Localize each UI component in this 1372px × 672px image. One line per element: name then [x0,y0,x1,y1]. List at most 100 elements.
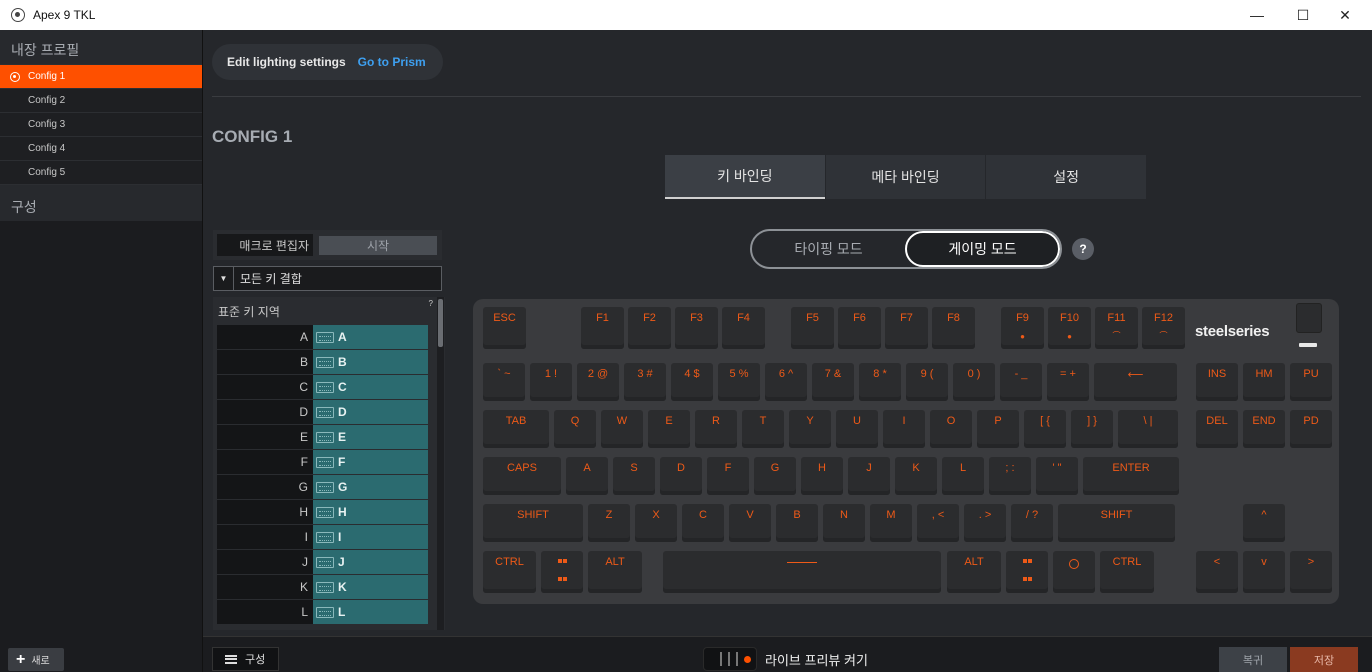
key-d[interactable]: D [660,457,702,495]
key-q[interactable]: Q [554,410,596,448]
key-f3[interactable]: F3 [675,307,718,349]
key-f10[interactable]: F10 ● [1048,307,1091,349]
key-[interactable]: ⟵ [1094,363,1177,401]
key-e[interactable]: E [648,410,690,448]
key-1[interactable]: 1 ! [530,363,572,401]
key-3[interactable]: 3 # [624,363,666,401]
key-hm[interactable]: HM [1243,363,1285,401]
key-list-row[interactable]: GG [217,475,445,500]
key-p[interactable]: P [977,410,1019,448]
key-alt[interactable]: ALT [588,551,642,593]
scrollbar[interactable] [437,297,444,630]
key-[interactable]: > [1290,551,1332,593]
go-to-prism-link[interactable]: Go to Prism [358,55,426,69]
key-list-row[interactable]: JJ [217,550,445,575]
key-f9[interactable]: F9 ● [1001,307,1044,349]
key-caps[interactable]: CAPS [483,457,561,495]
key-6[interactable]: 6 ^ [765,363,807,401]
key-ins[interactable]: INS [1196,363,1238,401]
key-shift[interactable]: SHIFT [483,504,583,542]
key-binding[interactable]: D [313,400,428,424]
key-binding[interactable]: G [313,475,428,499]
config-item-3[interactable]: Config 3 [0,112,202,136]
key-j[interactable]: J [848,457,890,495]
key-enter[interactable]: ENTER [1083,457,1179,495]
key-v[interactable]: v [1243,551,1285,593]
key-u[interactable]: U [836,410,878,448]
key-[interactable]: \ | [1118,410,1178,448]
new-config-button[interactable]: + 새로 [8,648,64,671]
key-binding[interactable]: J [313,550,428,574]
key-k[interactable]: K [895,457,937,495]
key-windows[interactable] [541,551,583,593]
key-shift[interactable]: SHIFT [1058,504,1175,542]
key-t[interactable]: T [742,410,784,448]
maximize-icon[interactable]: ☐ [1280,0,1326,30]
key-pu[interactable]: PU [1290,363,1332,401]
config-item-2[interactable]: Config 2 [0,88,202,112]
key-list-row[interactable]: KK [217,575,445,600]
key-list-row[interactable]: CC [217,375,445,400]
key-h[interactable]: H [801,457,843,495]
macro-start-button[interactable]: 시작 [319,235,437,255]
key-c[interactable]: C [682,504,724,542]
key-7[interactable]: 7 & [812,363,854,401]
key-list-row[interactable]: LL [217,600,445,625]
key-[interactable]: ' " [1036,457,1078,495]
key-8[interactable]: 8 * [859,363,901,401]
key-ctrl[interactable]: CTRL [1100,551,1154,593]
key-binding[interactable]: E [313,425,428,449]
key-f6[interactable]: F6 [838,307,881,349]
key-f[interactable]: F [707,457,749,495]
key-[interactable]: < [1196,551,1238,593]
config-menu-button[interactable]: 구성 [212,647,279,671]
key-v[interactable]: V [729,504,771,542]
key-[interactable]: . > [964,504,1006,542]
key-4[interactable]: 4 $ [671,363,713,401]
typing-mode-button[interactable]: 타이핑 모드 [752,231,905,267]
close-icon[interactable]: ✕ [1322,0,1368,30]
tab-meta-binding[interactable]: 메타 바인딩 [825,155,986,199]
key-steelseries[interactable] [1053,551,1095,593]
key-x[interactable]: X [635,504,677,542]
key-del[interactable]: DEL [1196,410,1238,448]
key-alt[interactable]: ALT [947,551,1001,593]
key-5[interactable]: 5 % [718,363,760,401]
key-f4[interactable]: F4 [722,307,765,349]
key-[interactable]: - _ [1000,363,1042,401]
key-binding[interactable]: L [313,600,428,624]
key-[interactable]: = + [1047,363,1089,401]
scrollbar-thumb[interactable] [438,299,443,347]
key-[interactable]: ` ~ [483,363,525,401]
save-button[interactable]: 저장 [1290,647,1358,672]
key-2[interactable]: 2 @ [577,363,619,401]
key-list-row[interactable]: HH [217,500,445,525]
key-list-row[interactable]: II [217,525,445,550]
key-f1[interactable]: F1 [581,307,624,349]
key-[interactable]: ; : [989,457,1031,495]
key-binding[interactable]: H [313,500,428,524]
key-n[interactable]: N [823,504,865,542]
key-9[interactable]: 9 ( [906,363,948,401]
key-list-help-icon[interactable]: ? [429,299,433,308]
key-list-row[interactable]: DD [217,400,445,425]
key-f7[interactable]: F7 [885,307,928,349]
key-pd[interactable]: PD [1290,410,1332,448]
key-combo-dropdown[interactable]: ▼ 모든 키 결합 [213,266,442,291]
key-s[interactable]: S [613,457,655,495]
key-ctrl[interactable]: CTRL [483,551,536,593]
key-m[interactable]: M [870,504,912,542]
key-f8[interactable]: F8 [932,307,975,349]
key-binding[interactable]: B [313,350,428,374]
key-f11[interactable]: F11 ⌒ [1095,307,1138,349]
key-list-row[interactable]: AA [217,325,445,350]
key-b[interactable]: B [776,504,818,542]
key-o[interactable]: O [930,410,972,448]
key-[interactable]: ] } [1071,410,1113,448]
key-binding[interactable]: F [313,450,428,474]
key-g[interactable]: G [754,457,796,495]
config-item-5[interactable]: Config 5 [0,160,202,184]
config-item-1[interactable]: Config 1 [0,64,202,88]
key-[interactable]: ^ [1243,504,1285,542]
minimize-icon[interactable]: — [1234,0,1280,30]
